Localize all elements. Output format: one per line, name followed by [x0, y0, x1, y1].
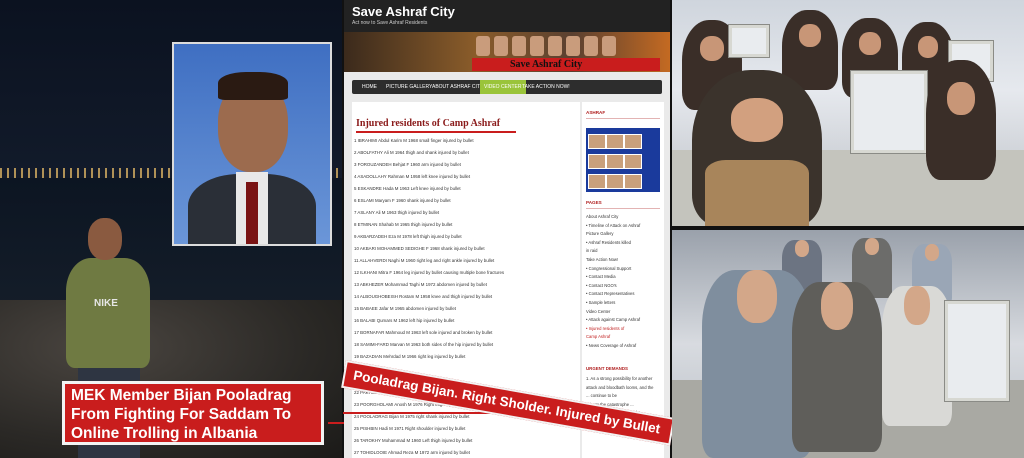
computer-room-photo-top [672, 0, 1024, 226]
caption-line-2: From Fighting For Saddam To [71, 406, 292, 423]
computer-room-photo-bottom [672, 230, 1024, 458]
sidebar-pages-heading: PAGES [586, 200, 602, 205]
woman-side [926, 60, 996, 180]
list-item: 18 SAMIMI-FARD Marvan M 1963 both sides … [354, 342, 494, 347]
list-item: 6 ESLAMI Maryam F 1960 shank injured by … [354, 198, 451, 203]
monitor [728, 24, 770, 58]
list-item: 1 IBRAHIMI Abdul Karim M 1968 small fing… [354, 138, 474, 143]
sidebar-link[interactable]: in raid [586, 248, 597, 253]
list-item: 15 BABAEE Jafar M 1965 abdomen injured b… [354, 306, 457, 311]
sidebar-link[interactable]: • Contact Media [586, 274, 616, 279]
monitor [850, 70, 928, 154]
sidebar-link[interactable]: • Ashraf Residents killed [586, 240, 631, 245]
list-item: 9 AKBARZADEH Eza M 1978 left thigh injur… [354, 234, 462, 239]
list-item: 17 BORNAFAR Mahmoud M 1963 left sole inj… [354, 330, 493, 335]
caption-box: MEK Member Bijan Pooladrag From Fighting… [62, 381, 324, 445]
content-title: Injured residents of Camp Ashraf [356, 118, 501, 129]
man-head [88, 218, 122, 260]
man-torso [66, 258, 150, 368]
nav-take-action[interactable]: TAKE ACTION NOW! [518, 80, 574, 94]
sidebar-link[interactable]: • Timeline of Attack on Ashraf [586, 223, 640, 228]
man-front [882, 286, 952, 426]
list-item: 11 ALLAHVERDI Naghi M 1960 right leg and… [354, 258, 495, 263]
site-header: Save Ashraf City Act now to Save Ashraf … [344, 0, 670, 32]
monitor [944, 300, 1010, 402]
list-item: 3 FOROUZANDEH Behjat F 1960 arm injured … [354, 162, 461, 167]
list-item: 16 BALABI Qumars M 1962 left hip injured… [354, 318, 455, 323]
banner-strip: Save Ashraf City [472, 58, 660, 71]
left-photo-panel: NIKE MEK Member Bijan Pooladrag From Fig… [0, 0, 342, 458]
site-navbar: HOME PICTURE GALLERY ABOUT ASHRAF CITY V… [352, 80, 662, 94]
urgent-line: attack and bloodbath looms, and the [586, 384, 654, 390]
sidebar-link[interactable]: Picture Gallery [586, 231, 613, 236]
caption-line-1: MEK Member Bijan Pooladrag [71, 387, 292, 404]
sidebar-link[interactable]: • Contact NGO's [586, 283, 617, 288]
nav-about-ashraf-city[interactable]: ABOUT ASHRAF CITY [428, 80, 487, 94]
caption-line-3: Online Trolling in Albania [71, 425, 258, 442]
sidebar-link[interactable]: Camp Ashraf [586, 334, 610, 339]
highlight-underline [343, 412, 493, 414]
site-title[interactable]: Save Ashraf City [352, 4, 455, 19]
portrait-photo [172, 42, 332, 246]
shirt-logo-text: NIKE [94, 298, 118, 309]
nav-home[interactable]: HOME [358, 80, 381, 94]
list-item: 13 ABKHEZER Mohammad Taghi M 1972 abdome… [354, 282, 487, 287]
banner-text: Save Ashraf City [510, 59, 583, 70]
sidebar-link[interactable]: • News Coverage of Ashraf [586, 343, 636, 348]
sidebar-link[interactable]: • Congressional Support [586, 266, 631, 271]
list-item: 26 TAROKHY Mohammad M 1960 Left thigh in… [354, 438, 473, 443]
sidebar-ashraf-heading: ASHRAF [586, 110, 606, 115]
man-front [792, 282, 882, 452]
sidebar-link[interactable]: • Attack against Camp Ashraf [586, 317, 640, 322]
sidebar-photo-grid[interactable] [586, 128, 660, 192]
site-tagline: Act now to Save Ashraf Residents [352, 20, 428, 26]
sidebar-link[interactable]: Video Center [586, 309, 610, 314]
urgent-line: ... continue to be [586, 393, 617, 398]
list-item: 2 ABOLFATHY Ali M 1964 thigh and shank i… [354, 150, 469, 155]
sidebar-link[interactable]: • Contact Representatives [586, 291, 634, 296]
sidebar-link[interactable]: • Injured residents of [586, 326, 624, 331]
list-item: 5 ESKANDRE Hada M 1963 Left knee injured… [354, 186, 461, 191]
list-item: 12 ILKHANI Mitra F 1964 leg injured by b… [354, 270, 505, 275]
list-item: 4 ASADOLLAHY Rahman M 1958 left knee inj… [354, 174, 471, 179]
woman-front [692, 70, 822, 226]
urgent-demands-heading: URGENT DEMANDS [586, 366, 628, 371]
sidebar-link[interactable]: Take Action Now! [586, 257, 618, 262]
sidebar-divider [586, 208, 660, 209]
list-item: 8 ETMINAN Shahab M 1965 thigh injured by… [354, 222, 453, 227]
portrait-tie [246, 182, 258, 244]
portrait-hair [218, 72, 288, 100]
list-item: 19 BAZADIAN Mehrdad M 1966 right leg inj… [354, 354, 466, 359]
sidebar-link[interactable]: • Sample letters [586, 300, 615, 305]
sidebar-divider [586, 118, 660, 119]
list-item: 25 PISHBIN Hadi M 1971 Right shoulder in… [354, 426, 466, 431]
urgent-line: 1. As a strong possibility for another [586, 376, 653, 381]
list-item: 10 AKBARI MOHAMMED SEDIGHE F 1968 shank … [354, 246, 485, 251]
list-item: 27 TOHIDLOOIE Ahmad Reza M 1972 arm inju… [354, 450, 471, 455]
title-underline [356, 131, 516, 133]
list-item: 7 ASLANY Ali M 1963 thigh injured by bul… [354, 210, 440, 215]
sidebar-link[interactable]: About Ashraf City [586, 214, 618, 219]
list-item: 14 ALBOUGHOBEISH Rostam M 1958 knee and … [354, 294, 493, 299]
